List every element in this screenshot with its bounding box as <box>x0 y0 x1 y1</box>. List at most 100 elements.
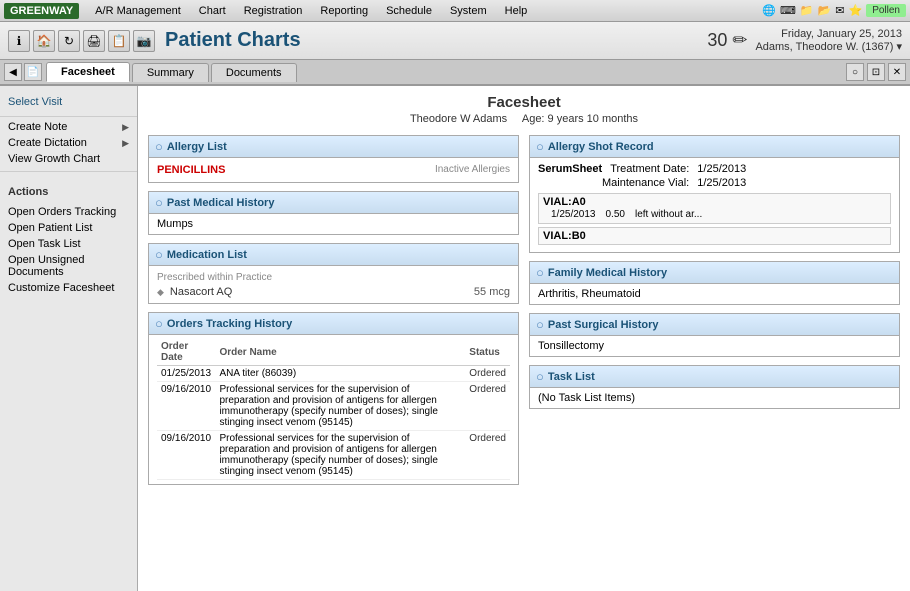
inactive-allergies-label: Inactive Allergies <box>435 162 510 175</box>
med-diamond-icon: ◆ <box>157 287 164 298</box>
refresh-icon[interactable]: ↻ <box>58 30 80 52</box>
tab-facesheet[interactable]: Facesheet <box>46 62 130 82</box>
facesheet-title: Facesheet <box>148 94 900 111</box>
patient-header-info: Adams, Theodore W. (1367) ▾ <box>755 40 902 53</box>
medication-item: ◆ Nasacort AQ 55 mcg <box>157 285 510 299</box>
sidebar-select-visit: Select Visit <box>0 90 137 114</box>
notification-badge: 30 ✏ <box>707 30 747 51</box>
past-medical-section: ○ Past Medical History Mumps <box>148 191 519 235</box>
task-list-section: ○ Task List (No Task List Items) <box>529 365 900 409</box>
main-columns: ○ Allergy List Inactive Allergies PENICI… <box>148 135 900 493</box>
menu-help[interactable]: Help <box>497 3 536 19</box>
right-column: ○ Allergy Shot Record SerumSheet Treatme… <box>529 135 900 493</box>
medication-bullet: ○ <box>155 247 163 262</box>
orders-tracking-content: Order Date Order Name Status 01/25/2013 … <box>149 335 518 484</box>
past-medical-bullet: ○ <box>155 195 163 210</box>
table-row: 09/16/2010 Professional services for the… <box>157 382 510 431</box>
past-surgical-item: Tonsillectomy <box>538 340 891 352</box>
icon-folder1: 📁 <box>800 4 814 17</box>
pollen-badge: Pollen <box>866 4 906 17</box>
left-column: ○ Allergy List Inactive Allergies PENICI… <box>148 135 519 493</box>
past-surgical-section: ○ Past Surgical History Tonsillectomy <box>529 313 900 357</box>
print-icon[interactable]: 🖨 <box>83 30 105 52</box>
menu-system[interactable]: System <box>442 3 495 19</box>
tab-nav-doc[interactable]: 📄 <box>24 63 42 81</box>
medication-list-section: ○ Medication List Prescribed within Prac… <box>148 243 519 304</box>
order-date-2: 09/16/2010 <box>157 382 215 431</box>
tab-ctrl-size[interactable]: ⊡ <box>867 63 885 81</box>
treatment-date-label: Treatment Date: <box>610 163 689 175</box>
tab-nav-back[interactable]: ◀ <box>4 63 22 81</box>
allergy-list-content: Inactive Allergies PENICILLINS <box>149 158 518 182</box>
menu-items: A/R Management Chart Registration Report… <box>87 3 762 19</box>
sidebar-view-growth-chart[interactable]: View Growth Chart <box>0 151 137 167</box>
serum-label: SerumSheet <box>538 163 602 175</box>
table-row: 01/25/2013 ANA titer (86039) Ordered <box>157 366 510 382</box>
allergy-shot-bullet: ○ <box>536 139 544 154</box>
copy-icon[interactable]: 📋 <box>108 30 130 52</box>
past-medical-header: ○ Past Medical History <box>149 192 518 214</box>
past-medical-content: Mumps <box>149 214 518 234</box>
tab-ctrl-circle[interactable]: ○ <box>846 63 864 81</box>
home-icon[interactable]: 🏠 <box>33 30 55 52</box>
orders-tracking-header: ○ Orders Tracking History <box>149 313 518 335</box>
maintenance-label: Maintenance Vial: <box>602 177 689 189</box>
task-list-bullet: ○ <box>536 369 544 384</box>
vial-b0: VIAL:B0 <box>538 227 891 245</box>
order-date-1: 01/25/2013 <box>157 366 215 382</box>
order-name-3: Professional services for the supervisio… <box>215 431 465 480</box>
sidebar-create-dictation[interactable]: Create Dictation ▶ <box>0 135 137 151</box>
vial-a0-note: left without ar... <box>635 209 702 220</box>
past-surgical-title: Past Surgical History <box>548 319 659 331</box>
family-medical-header: ○ Family Medical History <box>530 262 899 284</box>
actions-title: Actions <box>8 186 129 198</box>
task-list-header: ○ Task List <box>530 366 899 388</box>
tab-summary[interactable]: Summary <box>132 63 209 82</box>
allergy-list-section: ○ Allergy List Inactive Allergies PENICI… <box>148 135 519 183</box>
allergy-list-title: Allergy List <box>167 141 227 153</box>
sidebar-open-orders[interactable]: Open Orders Tracking <box>0 204 137 220</box>
icon-folder2: 📂 <box>818 4 832 17</box>
tab-documents[interactable]: Documents <box>211 63 297 82</box>
task-list-content: (No Task List Items) <box>530 388 899 408</box>
family-medical-title: Family Medical History <box>548 267 667 279</box>
menu-schedule[interactable]: Schedule <box>378 3 440 19</box>
tab-ctrl-close[interactable]: ✕ <box>888 63 906 81</box>
sidebar-customize-facesheet[interactable]: Customize Facesheet <box>0 280 137 296</box>
col-order-date: Order Date <box>157 339 215 366</box>
allergy-list-header: ○ Allergy List <box>149 136 518 158</box>
treatment-date-value: 1/25/2013 <box>697 163 746 175</box>
order-name-1: ANA titer (86039) <box>215 366 465 382</box>
menu-ar[interactable]: A/R Management <box>87 3 189 19</box>
order-date-3: 09/16/2010 <box>157 431 215 480</box>
order-name-2: Professional services for the supervisio… <box>215 382 465 431</box>
select-visit-link[interactable]: Select Visit <box>8 94 129 110</box>
patient-age: Age: 9 years 10 months <box>522 113 638 125</box>
titlebar: ℹ 🏠 ↻ 🖨 📋 📷 Patient Charts 30 ✏ Friday, … <box>0 22 910 60</box>
sidebar-open-unsigned[interactable]: Open Unsigned Documents <box>0 252 137 280</box>
past-medical-item: Mumps <box>157 218 510 230</box>
icon-envelope: ✉ <box>835 4 844 17</box>
sidebar-open-patient-list[interactable]: Open Patient List <box>0 220 137 236</box>
menu-registration[interactable]: Registration <box>236 3 311 19</box>
medication-list-header: ○ Medication List <box>149 244 518 266</box>
sidebar-actions-section: Actions <box>0 176 137 204</box>
allergy-shot-title: Allergy Shot Record <box>548 141 654 153</box>
info-icon[interactable]: ℹ <box>8 30 30 52</box>
med-name: Nasacort AQ <box>170 286 232 298</box>
patient-name: Theodore W Adams <box>410 113 507 125</box>
current-date: Friday, January 25, 2013 <box>755 28 902 40</box>
vial-a0-date: 1/25/2013 <box>551 209 596 220</box>
camera-icon[interactable]: 📷 <box>133 30 155 52</box>
menu-chart[interactable]: Chart <box>191 3 234 19</box>
sidebar-create-note[interactable]: Create Note ▶ <box>0 119 137 135</box>
sidebar: Select Visit Create Note ▶ Create Dictat… <box>0 86 138 591</box>
allergy-shot-header: ○ Allergy Shot Record <box>530 136 899 158</box>
tabbar: ◀ 📄 Facesheet Summary Documents ○ ⊡ ✕ <box>0 60 910 86</box>
past-medical-title: Past Medical History <box>167 197 275 209</box>
vial-a0: VIAL:A0 1/25/2013 0.50 left without ar..… <box>538 193 891 224</box>
sidebar-open-task-list[interactable]: Open Task List <box>0 236 137 252</box>
menu-reporting[interactable]: Reporting <box>312 3 376 19</box>
icon-star: ⭐ <box>848 4 862 17</box>
allergy-shot-section: ○ Allergy Shot Record SerumSheet Treatme… <box>529 135 900 253</box>
